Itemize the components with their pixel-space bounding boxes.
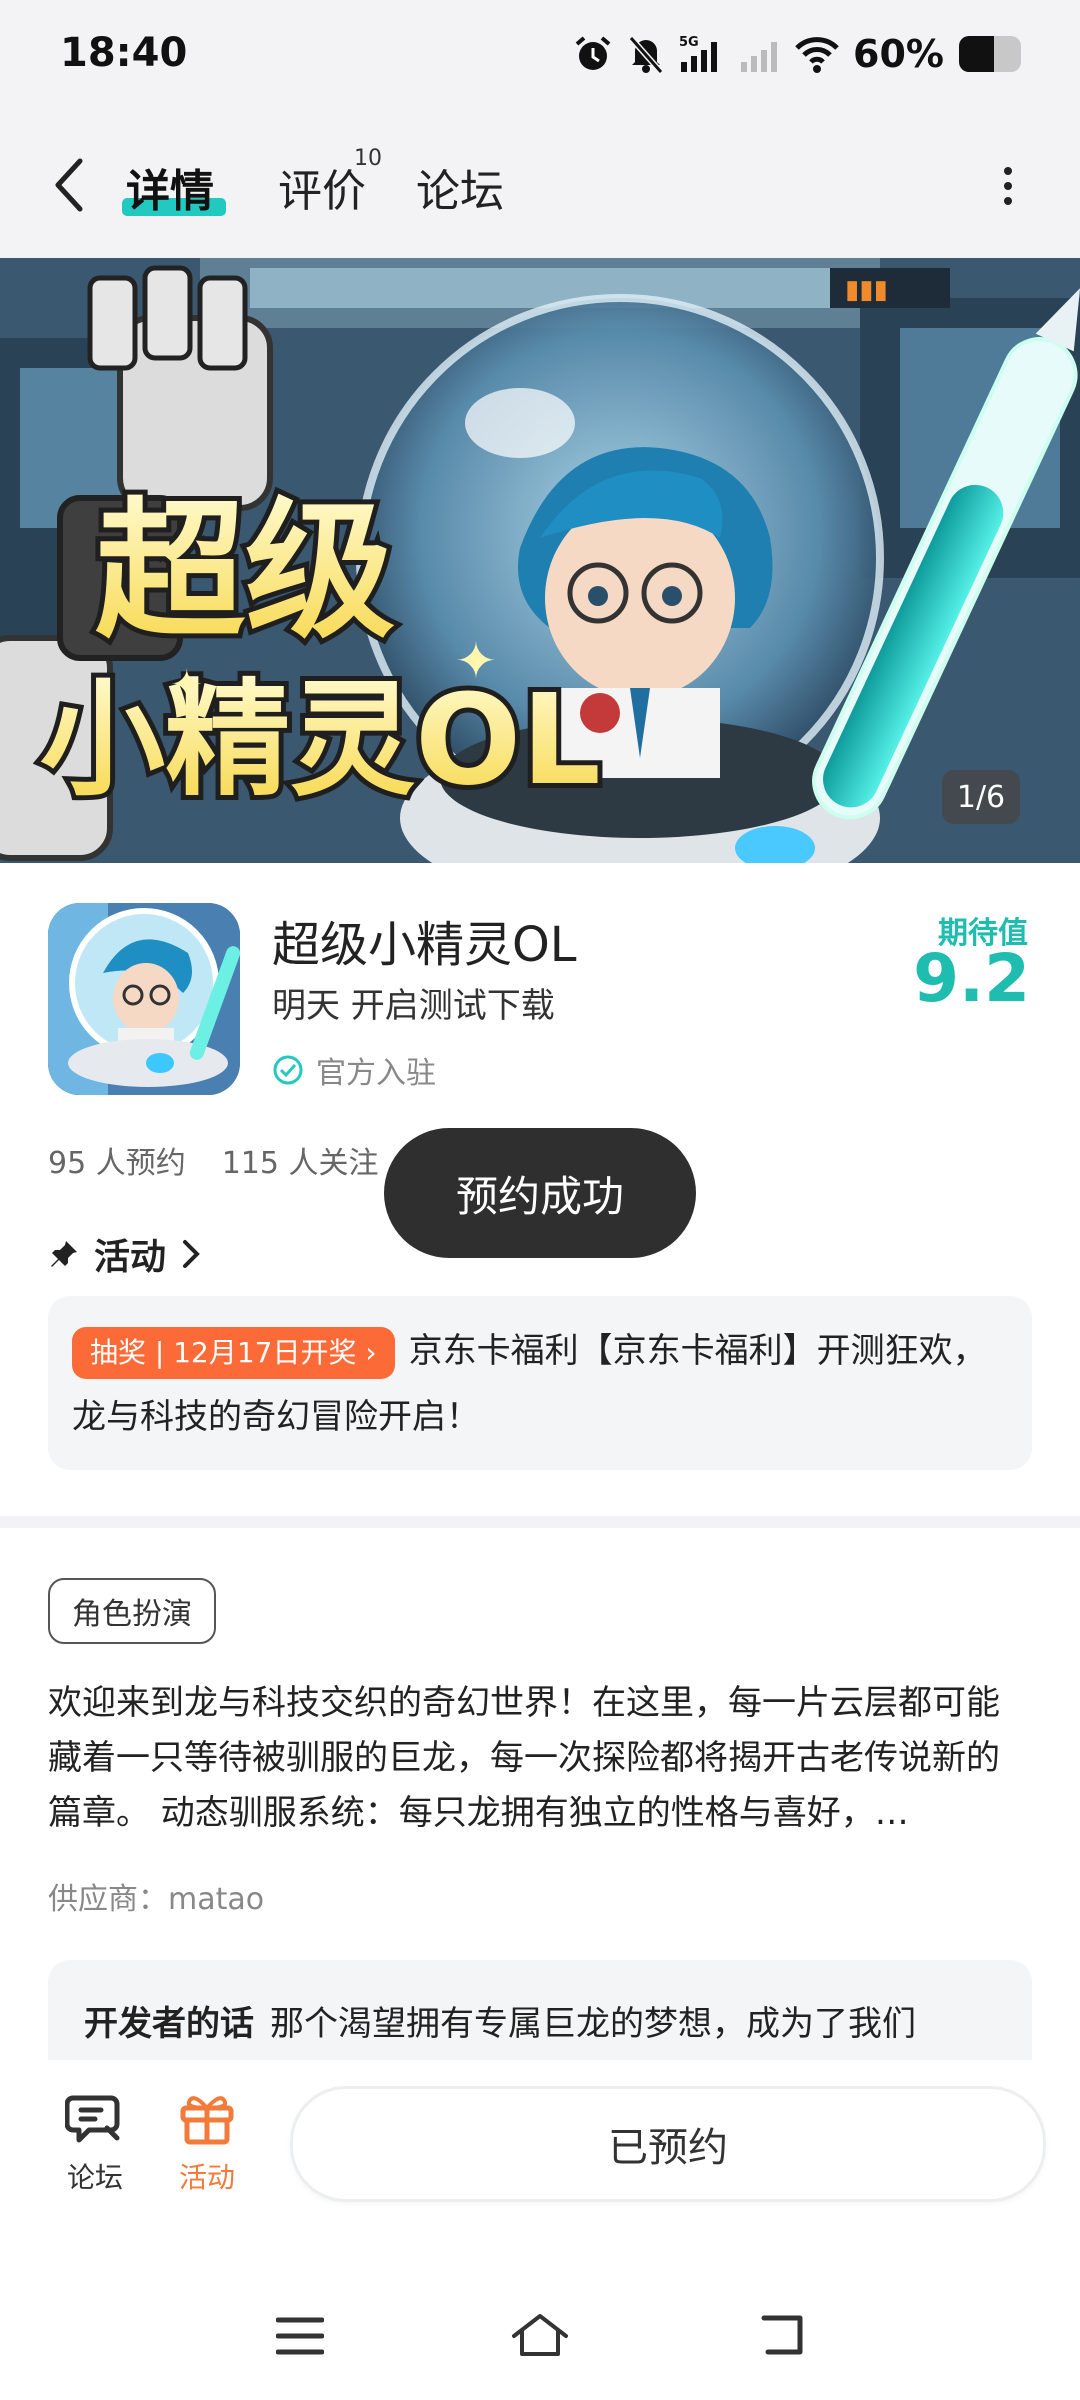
developer-note-label: 开发者的话 xyxy=(84,2004,254,2044)
section-divider xyxy=(0,1516,1080,1528)
app-stats: 95 人预约 115 人关注 xyxy=(48,1138,379,1182)
network-label: 5G xyxy=(679,35,699,50)
bottom-forum-button[interactable]: 论坛 xyxy=(60,2090,130,2196)
tab-detail[interactable]: 详情 xyxy=(126,155,214,219)
signal-empty-icon xyxy=(741,42,778,72)
expectation-score: 9.2 xyxy=(913,940,1030,1017)
forum-chat-icon xyxy=(64,2095,120,2143)
developer-note-card[interactable]: 开发者的话 那个渴望拥有专属巨龙的梦想，成为了我们 xyxy=(48,1960,1032,2060)
verified-check-icon xyxy=(273,1055,303,1085)
battery-percent: 60% xyxy=(853,32,944,76)
developer-note-text: 那个渴望拥有专属巨龙的梦想，成为了我们 xyxy=(270,2004,916,2044)
activity-card[interactable]: 抽奖 | 12月17日开奖 › 京东卡福利【京东卡福利】开测狂欢，龙与科技的奇幻冒… xyxy=(48,1296,1032,1470)
activity-header-label: 活动 xyxy=(94,1237,167,1278)
svg-text:✦: ✦ xyxy=(455,632,497,690)
gift-icon xyxy=(180,2096,234,2145)
genre-tag[interactable]: 角色扮演 xyxy=(48,1578,216,1644)
chevron-right-icon xyxy=(183,1240,200,1268)
app-icon xyxy=(48,903,240,1095)
tab-review[interactable]: 评价 xyxy=(278,155,366,219)
hero-banner[interactable]: ▮▮▮ 超级 小精灵OL ✦ ✦ xyxy=(0,258,1080,863)
battery-icon xyxy=(959,36,1021,72)
wifi-icon xyxy=(795,37,839,73)
official-badge: 官方入驻 xyxy=(272,1048,436,1092)
banner-pager: 1/6 xyxy=(942,770,1020,824)
more-options-icon[interactable] xyxy=(998,166,1018,206)
status-time: 18:40 xyxy=(60,30,188,76)
game-description[interactable]: 欢迎来到龙与科技交织的奇幻世界！在这里，每一片云层都可能藏着一只等待被驯服的巨龙… xyxy=(48,1676,1032,1841)
pin-icon xyxy=(51,1241,77,1267)
supplier-info: 供应商：matao xyxy=(48,1882,265,1917)
tab-forum[interactable]: 论坛 xyxy=(416,155,504,219)
home-icon[interactable] xyxy=(510,2310,570,2360)
back-arrow-icon[interactable] xyxy=(50,155,90,215)
reservation-success-toast: 预约成功 xyxy=(384,1128,696,1258)
signal-5g-icon: 5G xyxy=(679,35,718,72)
mute-bell-icon xyxy=(628,36,664,74)
activity-header[interactable]: 活动 xyxy=(48,1228,202,1280)
back-nav-icon[interactable] xyxy=(756,2314,806,2358)
reservation-count: 95 人预约 xyxy=(48,1146,186,1181)
bottom-activity-button[interactable]: 活动 xyxy=(172,2090,242,2196)
hero-illustration: ▮▮▮ 超级 小精灵OL ✦ ✦ xyxy=(0,258,1080,863)
svg-text:▮▮▮: ▮▮▮ xyxy=(845,275,888,305)
follower-count: 115 人关注 xyxy=(221,1146,379,1181)
hero-logo-line2: 小精灵OL xyxy=(40,668,601,813)
app-release-info: 明天 开启测试下载 xyxy=(272,986,555,1026)
reserved-button[interactable]: 已预约 xyxy=(290,2086,1046,2202)
hero-logo-line1: 超级 xyxy=(95,485,395,659)
official-label: 官方入驻 xyxy=(316,1056,436,1091)
review-count-badge: 10 xyxy=(354,146,382,171)
svg-text:✦: ✦ xyxy=(170,662,204,708)
app-name: 超级小精灵OL xyxy=(272,917,577,973)
activity-content: 抽奖 | 12月17日开奖 › 京东卡福利【京东卡福利】开测狂欢，龙与科技的奇幻冒… xyxy=(72,1318,1002,1450)
status-icons: 5G 60% xyxy=(573,28,1022,80)
menu-icon[interactable] xyxy=(276,2316,324,2356)
alarm-icon xyxy=(575,36,611,70)
lottery-badge: 抽奖 | 12月17日开奖 › xyxy=(72,1326,395,1379)
bottom-forum-label: 论坛 xyxy=(66,2161,123,2194)
developer-note: 开发者的话 那个渴望拥有专属巨龙的梦想，成为了我们 xyxy=(84,1996,1004,2045)
bottom-activity-label: 活动 xyxy=(178,2161,235,2194)
